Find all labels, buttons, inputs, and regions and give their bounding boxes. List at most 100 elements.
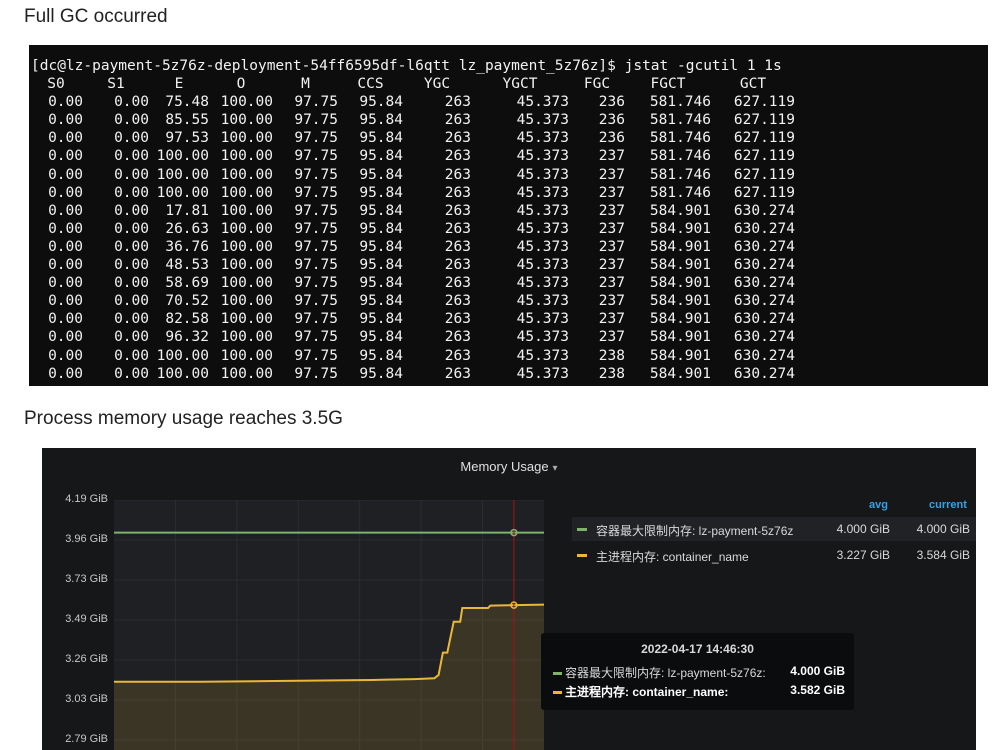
table-cell: 100.00: [156, 166, 209, 183]
table-cell: 0.00: [48, 275, 83, 292]
table-cell: 95.84: [359, 293, 403, 310]
table-cell: 584.901: [649, 365, 711, 382]
table-cell: 0.00: [114, 202, 149, 219]
table-cell: 0.00: [48, 112, 83, 129]
table-cell: 627.119: [733, 112, 795, 129]
table-cell: 97.75: [294, 166, 338, 183]
legend-item-container-limit[interactable]: 容器最大限制内存: lz-payment-5z76z 4.000 GiB 4.0…: [572, 517, 976, 541]
table-cell: 58.69: [165, 275, 209, 292]
table-cell: 0.00: [114, 130, 149, 147]
jstat-row: 0.00 0.00 100.00 100.00 97.75 95.84 263 45.373 2…: [29, 365, 988, 383]
table-cell: 584.901: [649, 220, 711, 237]
column-header: GCT: [739, 76, 767, 93]
table-cell: 45.373: [516, 202, 569, 219]
table-cell: 0.00: [114, 275, 149, 292]
table-cell: 263: [444, 329, 471, 346]
table-cell: 584.901: [649, 311, 711, 328]
table-cell: 97.53: [165, 130, 209, 147]
table-cell: 630.274: [733, 275, 795, 292]
table-cell: 0.00: [48, 184, 83, 201]
table-cell: 97.75: [294, 347, 338, 364]
table-cell: 45.373: [516, 184, 569, 201]
legend-avg-header[interactable]: avg: [869, 499, 888, 511]
column-header: CCS: [357, 76, 384, 93]
legend-item-avg: 3.227 GiB: [836, 548, 890, 562]
chevron-down-icon[interactable]: ▾: [553, 463, 558, 474]
table-cell: 263: [444, 238, 471, 255]
table-cell: 238: [598, 347, 625, 364]
table-cell: 100.00: [220, 311, 273, 328]
table-cell: 75.48: [165, 94, 209, 111]
column-header: YGC: [423, 76, 451, 93]
table-cell: 0.00: [48, 94, 83, 111]
table-cell: 97.75: [294, 238, 338, 255]
table-cell: 45.373: [516, 293, 569, 310]
jstat-row: 0.00 0.00 26.63 100.00 97.75 95.84 263 45.373 23…: [29, 220, 988, 238]
memory-chart[interactable]: [114, 500, 544, 750]
jstat-row: 0.00 0.00 17.81 100.00 97.75 95.84 263 45.373 23…: [29, 202, 988, 220]
table-cell: 95.84: [359, 184, 403, 201]
table-cell: 263: [444, 130, 471, 147]
table-cell: 627.119: [733, 148, 795, 165]
jstat-row: 0.00 0.00 100.00 100.00 97.75 95.84 263 45.373 2…: [29, 166, 988, 184]
table-cell: 237: [598, 257, 625, 274]
panel-title[interactable]: Memory Usage ▾: [42, 459, 976, 474]
column-header: S0: [47, 76, 65, 93]
jstat-row: 0.00 0.00 96.32 100.00 97.75 95.84 263 45.373 23…: [29, 328, 988, 346]
jstat-row: 0.00 0.00 100.00 100.00 97.75 95.84 263 45.373 2…: [29, 184, 988, 202]
table-cell: 45.373: [516, 220, 569, 237]
series-color-swatch: [553, 672, 562, 676]
table-cell: 100.00: [220, 94, 273, 111]
terminal-window[interactable]: [dc@lz-payment-5z76z-deployment-54ff6595…: [29, 45, 988, 386]
table-cell: 630.274: [733, 202, 795, 219]
table-cell: 95.84: [359, 130, 403, 147]
table-cell: 45.373: [516, 130, 569, 147]
table-cell: 82.58: [165, 311, 209, 328]
table-cell: 48.53: [165, 257, 209, 274]
table-cell: 0.00: [114, 293, 149, 310]
table-cell: 97.75: [294, 112, 338, 129]
table-cell: 627.119: [733, 166, 795, 183]
jstat-row: 0.00 0.00 36.76 100.00 97.75 95.84 263 45.373 23…: [29, 238, 988, 256]
table-cell: 238: [598, 365, 625, 382]
table-cell: 97.75: [294, 275, 338, 292]
table-cell: 237: [598, 202, 625, 219]
table-cell: 263: [444, 166, 471, 183]
table-cell: 100.00: [156, 148, 209, 165]
table-cell: 96.32: [165, 329, 209, 346]
table-cell: 263: [444, 275, 471, 292]
table-cell: 0.00: [48, 257, 83, 274]
table-cell: 97.75: [294, 130, 338, 147]
grafana-panel[interactable]: Memory Usage ▾ 4.19 GiB 3.96 GiB 3.73 GiB 3.…: [42, 448, 976, 750]
table-cell: 0.00: [48, 238, 83, 255]
table-cell: 97.75: [294, 365, 338, 382]
legend-item-process-memory[interactable]: 主进程内存: container_name 3.227 GiB 3.584 Gi…: [572, 543, 976, 567]
y-tick-label: 3.26 GiB: [65, 653, 108, 665]
y-tick-label: 3.03 GiB: [65, 693, 108, 705]
table-cell: 0.00: [48, 365, 83, 382]
table-cell: 45.373: [516, 112, 569, 129]
table-cell: 237: [598, 329, 625, 346]
table-cell: 100.00: [220, 347, 273, 364]
tooltip-timestamp: 2022-04-17 14:46:30: [641, 642, 754, 656]
table-cell: 627.119: [733, 130, 795, 147]
y-tick-label: 3.73 GiB: [65, 573, 108, 585]
table-cell: 584.901: [649, 257, 711, 274]
jstat-row: 0.00 0.00 100.00 100.00 97.75 95.84 263 45.373 2…: [29, 347, 988, 365]
column-header: O: [236, 76, 246, 93]
table-cell: 0.00: [114, 94, 149, 111]
legend-item-label: 容器最大限制内存: lz-payment-5z76z: [596, 524, 794, 538]
tooltip-row-label: 主进程内存: container_name:: [565, 685, 729, 699]
table-cell: 237: [598, 166, 625, 183]
table-cell: 100.00: [220, 238, 273, 255]
tooltip-row-process-memory: 主进程内存: container_name: 3.582 GiB: [553, 683, 845, 700]
jstat-row: 0.00 0.00 97.53 100.00 97.75 95.84 263 45.373 23…: [29, 129, 988, 147]
table-cell: 0.00: [114, 166, 149, 183]
table-cell: 0.00: [48, 202, 83, 219]
tooltip-row-label: 容器最大限制内存: lz-payment-5z76z:: [565, 666, 766, 680]
table-cell: 630.274: [733, 257, 795, 274]
table-cell: 584.901: [649, 202, 711, 219]
jstat-output-table: S0 S1 E O M CCS YGC YGCT FGC FGCT GCT 0.00 0.00 75.48…: [29, 75, 988, 383]
legend-current-header[interactable]: current: [929, 499, 967, 511]
jstat-row: 0.00 0.00 75.48 100.00 97.75 95.84 263 45.373 23…: [29, 93, 988, 111]
